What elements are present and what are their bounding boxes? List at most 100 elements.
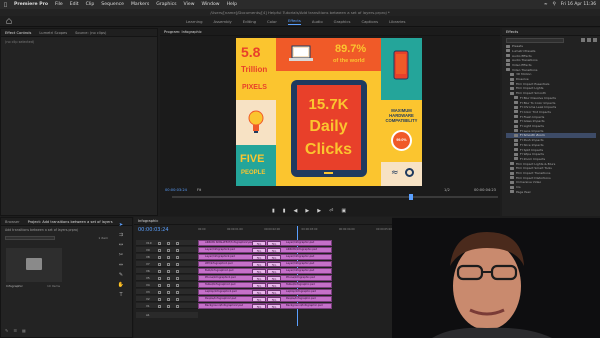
track-label[interactable]: V6 — [146, 268, 150, 274]
mute-icon[interactable] — [176, 241, 179, 245]
track-select-icon[interactable]: ⇉ — [119, 232, 123, 238]
mute-icon[interactable] — [176, 290, 179, 294]
eye-icon[interactable] — [167, 248, 170, 252]
track-label[interactable]: V1 — [146, 303, 150, 309]
eye-icon[interactable] — [167, 241, 170, 245]
eye-icon[interactable] — [167, 255, 170, 259]
home-icon[interactable] — [6, 18, 12, 24]
lock-icon[interactable] — [158, 262, 161, 266]
play-icon[interactable]: ▶ — [305, 208, 309, 214]
workspace-audio[interactable]: Audio — [312, 19, 323, 24]
lock-icon[interactable] — [158, 283, 161, 287]
transition-marker[interactable]: Film Dissolve — [252, 275, 266, 281]
transition-marker[interactable]: Film Dissolve — [267, 289, 281, 295]
transition-marker[interactable]: Film Dissolve — [252, 247, 266, 253]
hand-icon[interactable]: ✋ — [118, 282, 124, 288]
accelerated-filter-icon[interactable] — [581, 38, 585, 42]
lock-icon[interactable] — [158, 241, 161, 245]
workspace-libraries[interactable]: Libraries — [389, 19, 405, 24]
track-label[interactable]: V2 — [146, 296, 150, 302]
eye-icon[interactable] — [167, 262, 170, 266]
tab-browser[interactable]: Browser — [5, 220, 20, 224]
menu-sequence[interactable]: Sequence — [101, 2, 124, 7]
transition-marker[interactable]: Film Dissolve — [267, 303, 281, 309]
mute-icon[interactable] — [176, 276, 179, 280]
yuv-filter-icon[interactable] — [593, 38, 597, 42]
transition-marker[interactable]: Film Dissolve — [267, 254, 281, 260]
program-scrubber[interactable] — [172, 196, 498, 198]
bin-thumbnail[interactable] — [6, 248, 62, 282]
tab-program[interactable]: Program: Infographic — [164, 30, 202, 34]
icon-view-icon[interactable]: ▦ — [22, 328, 26, 333]
transition-marker[interactable]: Film Dissolve — [252, 261, 266, 267]
transition-marker[interactable]: Film Dissolve — [252, 268, 266, 274]
transition-marker[interactable]: Film Dissolve — [252, 254, 266, 260]
apple-icon[interactable]:  — [4, 2, 7, 8]
mute-icon[interactable] — [176, 304, 179, 308]
workspace-editing[interactable]: Editing — [243, 19, 256, 24]
tab-sequence[interactable]: Infographic — [138, 219, 158, 223]
transition-marker[interactable]: Film Dissolve — [252, 289, 266, 295]
menu-file[interactable]: File — [55, 2, 63, 7]
effects-search-input[interactable] — [506, 38, 564, 43]
track-label[interactable]: V5 — [146, 275, 150, 281]
workspace-captions[interactable]: Captions — [361, 19, 378, 24]
program-quality-select[interactable]: 1/2 — [444, 188, 450, 192]
workspace-effects[interactable]: Effects — [287, 18, 301, 25]
transition-marker[interactable]: Film Dissolve — [267, 282, 281, 288]
pen-icon[interactable]: ✎ — [119, 272, 123, 278]
eye-icon[interactable] — [167, 290, 170, 294]
slip-icon[interactable]: ⇔ — [119, 262, 123, 268]
transition-marker[interactable]: Film Dissolve — [252, 303, 266, 309]
transition-marker[interactable]: Film Dissolve — [267, 268, 281, 274]
track-label[interactable]: V9 — [146, 247, 150, 253]
workspace-graphics[interactable]: Graphics — [334, 19, 351, 24]
transition-marker[interactable]: Film Dissolve — [252, 240, 266, 246]
mute-icon[interactable] — [176, 269, 179, 273]
lock-icon[interactable] — [158, 276, 161, 280]
tab-source[interactable]: Source: (no clips) — [75, 31, 106, 35]
eye-icon[interactable] — [167, 297, 170, 301]
step-forward-icon[interactable]: ▶ — [317, 208, 321, 214]
transition-marker[interactable]: Film Dissolve — [252, 282, 266, 288]
track-label[interactable]: V7 — [146, 261, 150, 267]
menu-window[interactable]: Window — [201, 2, 219, 7]
tab-effect-controls[interactable]: Effect Controls — [5, 31, 31, 35]
mute-icon[interactable] — [176, 283, 179, 287]
menu-view[interactable]: View — [184, 2, 195, 7]
tab-effects[interactable]: Effects — [506, 30, 518, 34]
eye-icon[interactable] — [167, 269, 170, 273]
clock[interactable]: Fri 16 Apr 11:36 — [561, 2, 596, 7]
selection-tool-icon[interactable]: ➤ — [119, 222, 123, 228]
track-label[interactable]: V4 — [146, 282, 150, 288]
project-search-input[interactable] — [5, 236, 55, 240]
lift-icon[interactable]: ⏎ — [329, 208, 333, 214]
eye-icon[interactable] — [167, 276, 170, 280]
workspace-assembly[interactable]: Assembly — [213, 19, 231, 24]
workspace-color[interactable]: Color — [267, 19, 277, 24]
program-fit-select[interactable]: Fit — [197, 188, 201, 192]
export-frame-icon[interactable]: ▣ — [341, 208, 346, 214]
pencil-icon[interactable]: ✎ — [5, 328, 8, 333]
transition-marker[interactable]: Film Dissolve — [267, 261, 281, 267]
lock-icon[interactable] — [158, 255, 161, 259]
tab-lumetri-scopes[interactable]: Lumetri Scopes — [39, 31, 67, 35]
transition-marker[interactable]: Film Dissolve — [267, 296, 281, 302]
ripple-edit-icon[interactable]: ↔ — [119, 242, 123, 248]
lock-icon[interactable] — [158, 290, 161, 294]
search-icon[interactable]: ⚲ — [553, 2, 556, 7]
mark-out-icon[interactable]: ▮ — [283, 208, 286, 214]
lock-icon[interactable] — [158, 297, 161, 301]
lock-icon[interactable] — [158, 269, 161, 273]
audio-track-label[interactable]: A1 — [146, 312, 150, 318]
mute-icon[interactable] — [176, 297, 179, 301]
razor-icon[interactable]: ✂ — [119, 252, 123, 258]
menu-edit[interactable]: Edit — [70, 2, 79, 7]
wifi-icon[interactable]: ≈ — [544, 2, 548, 7]
mute-icon[interactable] — [176, 255, 179, 259]
type-icon[interactable]: T — [119, 292, 122, 298]
transition-marker[interactable]: Film Dissolve — [267, 240, 281, 246]
mark-in-icon[interactable]: ▮ — [272, 208, 275, 214]
program-current-timecode[interactable]: 00:00:03:24 — [165, 188, 187, 192]
mute-icon[interactable] — [176, 262, 179, 266]
